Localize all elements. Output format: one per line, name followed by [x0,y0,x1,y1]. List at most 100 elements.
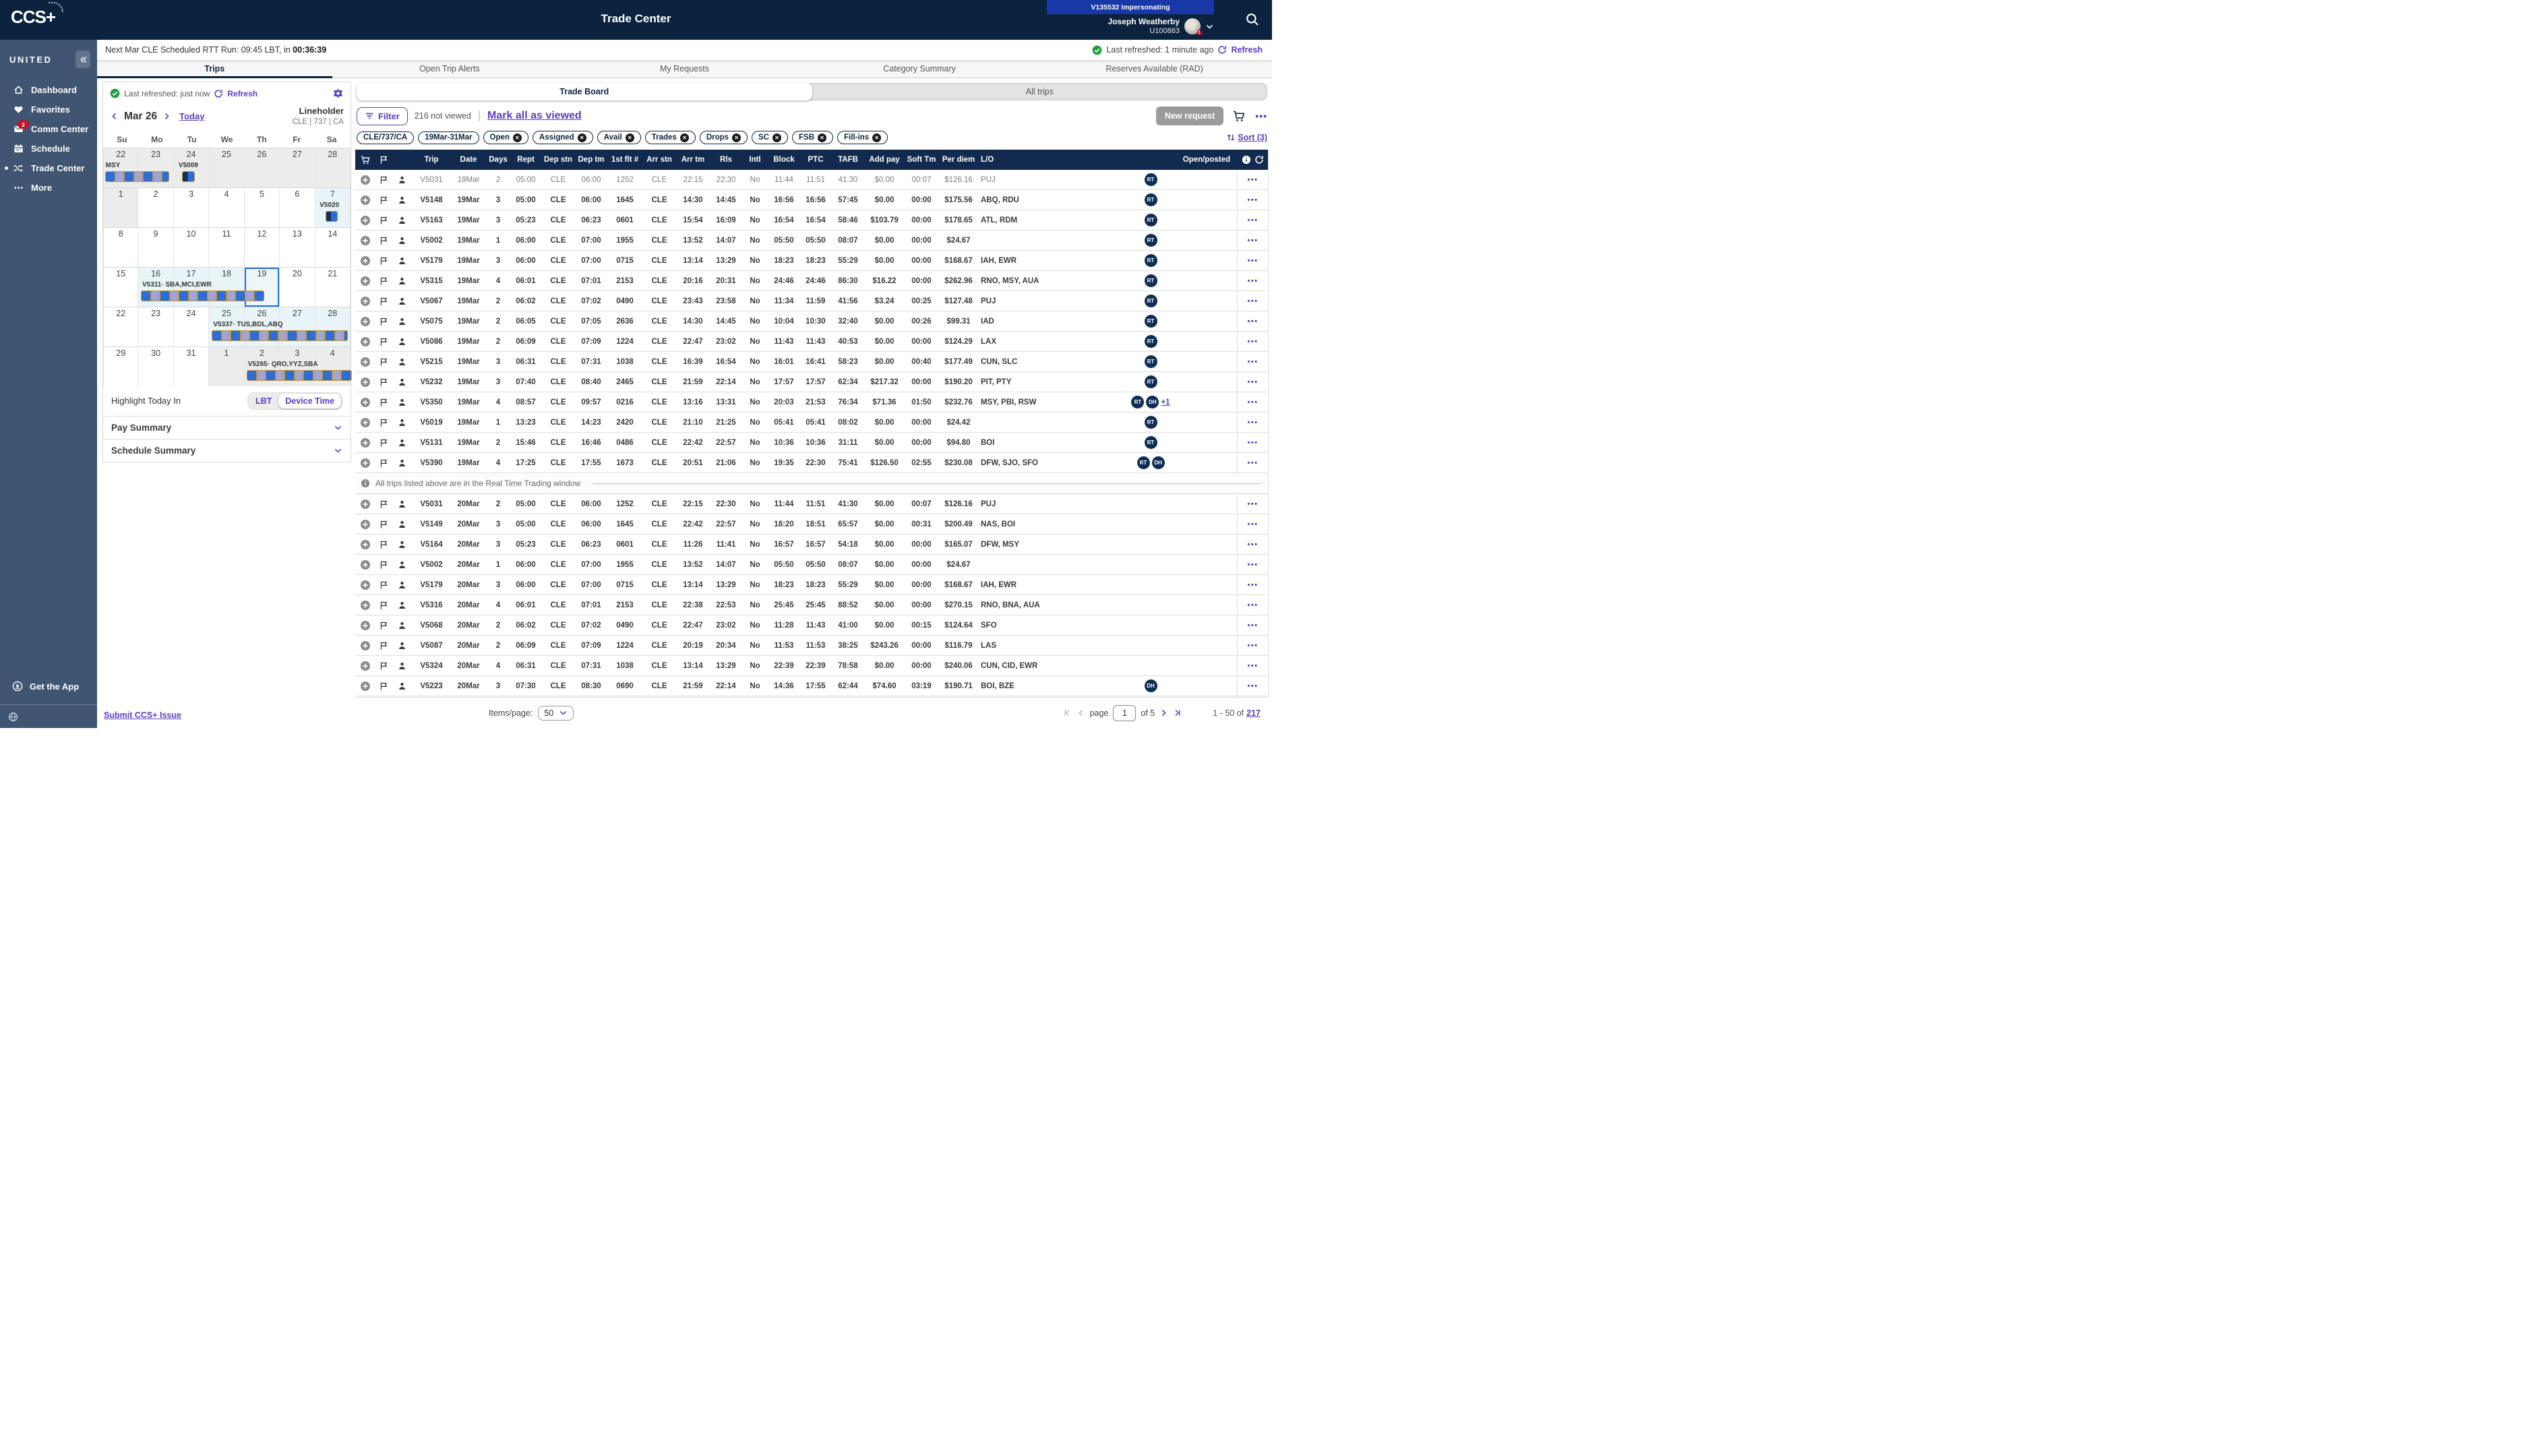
calendar-refresh-button[interactable]: Refresh [227,89,258,98]
trip-row-V5164-20mar[interactable]: V516420Mar305:23CLE06:230601CLE11:2611:4… [355,535,1268,555]
flag-trip-icon[interactable] [375,438,392,448]
last-page-button[interactable] [1173,708,1182,717]
schedule-summary-section[interactable]: Schedule Summary [103,439,351,462]
calendar-day-4[interactable]: 4 [209,188,244,227]
row-menu-button[interactable]: ••• [1247,398,1258,406]
trip-bar[interactable] [247,370,352,381]
calendar-day-1[interactable]: 1 [209,347,244,386]
calendar-day-10[interactable]: 10 [174,228,209,267]
row-menu-button[interactable]: ••• [1247,358,1258,366]
add-trip-icon[interactable] [355,559,375,570]
board-menu-button[interactable]: ••• [1255,111,1267,121]
trip-row-V5215-19mar[interactable]: V521519Mar306:31CLE07:311038CLE16:3916:5… [355,352,1268,372]
sidebar-item-comm-center[interactable]: 2Comm Center [0,119,97,139]
total-results-link[interactable]: 217 [1246,708,1261,718]
calendar-day-21[interactable]: 21 [315,268,351,307]
row-menu-button[interactable]: ••• [1247,541,1258,549]
row-menu-button[interactable]: ••• [1247,277,1258,285]
column-header-intl[interactable]: Intl [742,156,768,164]
flag-trip-icon[interactable] [375,236,392,245]
filter-chip-avail[interactable]: Avail✕ [597,131,641,144]
first-page-button[interactable] [1063,708,1072,717]
filter-chip-sc[interactable]: SC✕ [752,131,788,144]
trip-row-V5179-19mar[interactable]: V517919Mar306:00CLE07:000715CLE13:1413:2… [355,251,1268,271]
next-month-button[interactable] [162,112,171,121]
add-trip-icon[interactable] [355,195,375,206]
globe-icon[interactable] [8,712,18,722]
add-trip-icon[interactable] [355,175,375,185]
flag-trip-icon[interactable] [375,357,392,367]
calendar-day-24[interactable]: 24 [174,307,209,346]
add-trip-icon[interactable] [355,640,375,651]
calendar-day-11[interactable]: 11 [209,228,244,267]
trip-bar[interactable] [141,291,265,301]
add-trip-icon[interactable] [355,539,375,550]
row-menu-button[interactable]: ••• [1247,601,1258,609]
row-menu-button[interactable]: ••• [1247,297,1258,305]
column-header-ptc[interactable]: PTC [800,156,831,164]
add-trip-icon[interactable] [355,397,375,408]
calendar-day-6[interactable]: 6 [280,188,315,227]
filter-chip-open[interactable]: Open✕ [483,131,528,144]
trip-row-V5350-19mar[interactable]: V535019Mar408:57CLE09:570216CLE13:1613:3… [355,392,1268,413]
remove-chip-icon[interactable]: ✕ [818,133,826,142]
row-menu-button[interactable]: ••• [1247,621,1258,630]
calendar-day-28[interactable]: 28 [315,148,351,187]
row-menu-button[interactable]: ••• [1247,662,1258,670]
sort-label[interactable]: Sort (3) [1238,133,1267,142]
trip-row-V5131-19mar[interactable]: V513119Mar215:46CLE16:460486CLE22:4222:5… [355,433,1268,453]
column-header-tafb[interactable]: TAFB [831,156,865,164]
trip-row-V5002-19mar[interactable]: V500219Mar106:00CLE07:001955CLE13:5214:0… [355,231,1268,251]
trip-row-V5002-20mar[interactable]: V500220Mar106:00CLE07:001955CLE13:5214:0… [355,555,1268,575]
flag-trip-icon[interactable] [375,499,392,509]
calendar-day-25[interactable]: 25 [209,148,244,187]
column-header-1st-flt[interactable]: 1st flt # [607,156,642,164]
sidebar-item-get-the-app[interactable]: Get the App [0,675,97,697]
info-icon[interactable] [1242,155,1251,164]
column-header-trip[interactable]: Trip [412,156,451,164]
add-trip-icon[interactable] [355,661,375,671]
add-trip-icon[interactable] [355,215,375,226]
flag-trip-icon[interactable] [375,641,392,650]
tab-open-trip-alerts[interactable]: Open Trip Alerts [332,60,568,78]
trip-row-V5067-19mar[interactable]: V506719Mar206:02CLE07:020490CLE23:4323:5… [355,291,1268,311]
flag-trip-icon[interactable] [375,681,392,691]
add-trip-icon[interactable] [355,620,375,631]
trip-row-V5075-19mar[interactable]: V507519Mar206:05CLE07:052636CLE14:3014:4… [355,311,1268,332]
row-menu-button[interactable]: ••• [1247,419,1258,427]
trip-row-V5390-19mar[interactable]: V539019Mar417:25CLE17:551673CLE20:5121:0… [355,453,1268,473]
trip-row-V5316-20mar[interactable]: V531620Mar406:01CLE07:012153CLE22:3822:5… [355,595,1268,615]
gear-icon[interactable] [332,88,344,99]
calendar-day-3[interactable]: 3 [174,188,209,227]
row-menu-button[interactable]: ••• [1247,338,1258,346]
add-trip-icon[interactable] [355,437,375,448]
trip-row-V5087-20mar[interactable]: V508720Mar206:09CLE07:091224CLE20:1920:3… [355,636,1268,656]
prev-page-button[interactable] [1077,708,1085,717]
row-menu-button[interactable]: ••• [1247,237,1258,245]
refresh-icon[interactable] [1254,155,1264,164]
filter-chip-assigned[interactable]: Assigned✕ [533,131,593,144]
submit-issue-link[interactable]: Submit CCS+ Issue [104,710,181,720]
remove-chip-icon[interactable]: ✕ [872,133,881,142]
row-menu-button[interactable]: ••• [1247,439,1258,447]
trip-bar[interactable] [182,171,194,182]
filter-chip-19mar-31mar[interactable]: 19Mar-31Mar [418,131,479,144]
refresh-icon[interactable] [1217,45,1227,55]
trip-bar[interactable] [212,330,348,341]
sidebar-item-schedule[interactable]: Schedule [0,139,97,158]
tab-category-summary[interactable]: Category Summary [802,60,1037,78]
tab-my-requests[interactable]: My Requests [567,60,802,78]
calendar-day-13[interactable]: 13 [280,228,315,267]
filter-chip-cle-737-ca[interactable]: CLE/737/CA [357,131,414,144]
row-menu-button[interactable]: ••• [1247,642,1258,650]
cart-icon[interactable] [1233,111,1246,122]
sort-control[interactable]: Sort (3) [1226,133,1267,142]
trip-row-V5324-20mar[interactable]: V532420Mar406:31CLE07:311038CLE13:1413:2… [355,656,1268,676]
filter-chip-fill-ins[interactable]: Fill-ins✕ [837,131,888,144]
trip-row-V5179-20mar[interactable]: V517920Mar306:00CLE07:000715CLE13:1413:2… [355,575,1268,595]
add-trip-icon[interactable] [355,681,375,692]
flag-trip-icon[interactable] [375,621,392,630]
new-request-button[interactable]: New request [1156,107,1223,125]
add-trip-icon[interactable] [355,519,375,530]
flag-trip-icon[interactable] [375,458,392,468]
